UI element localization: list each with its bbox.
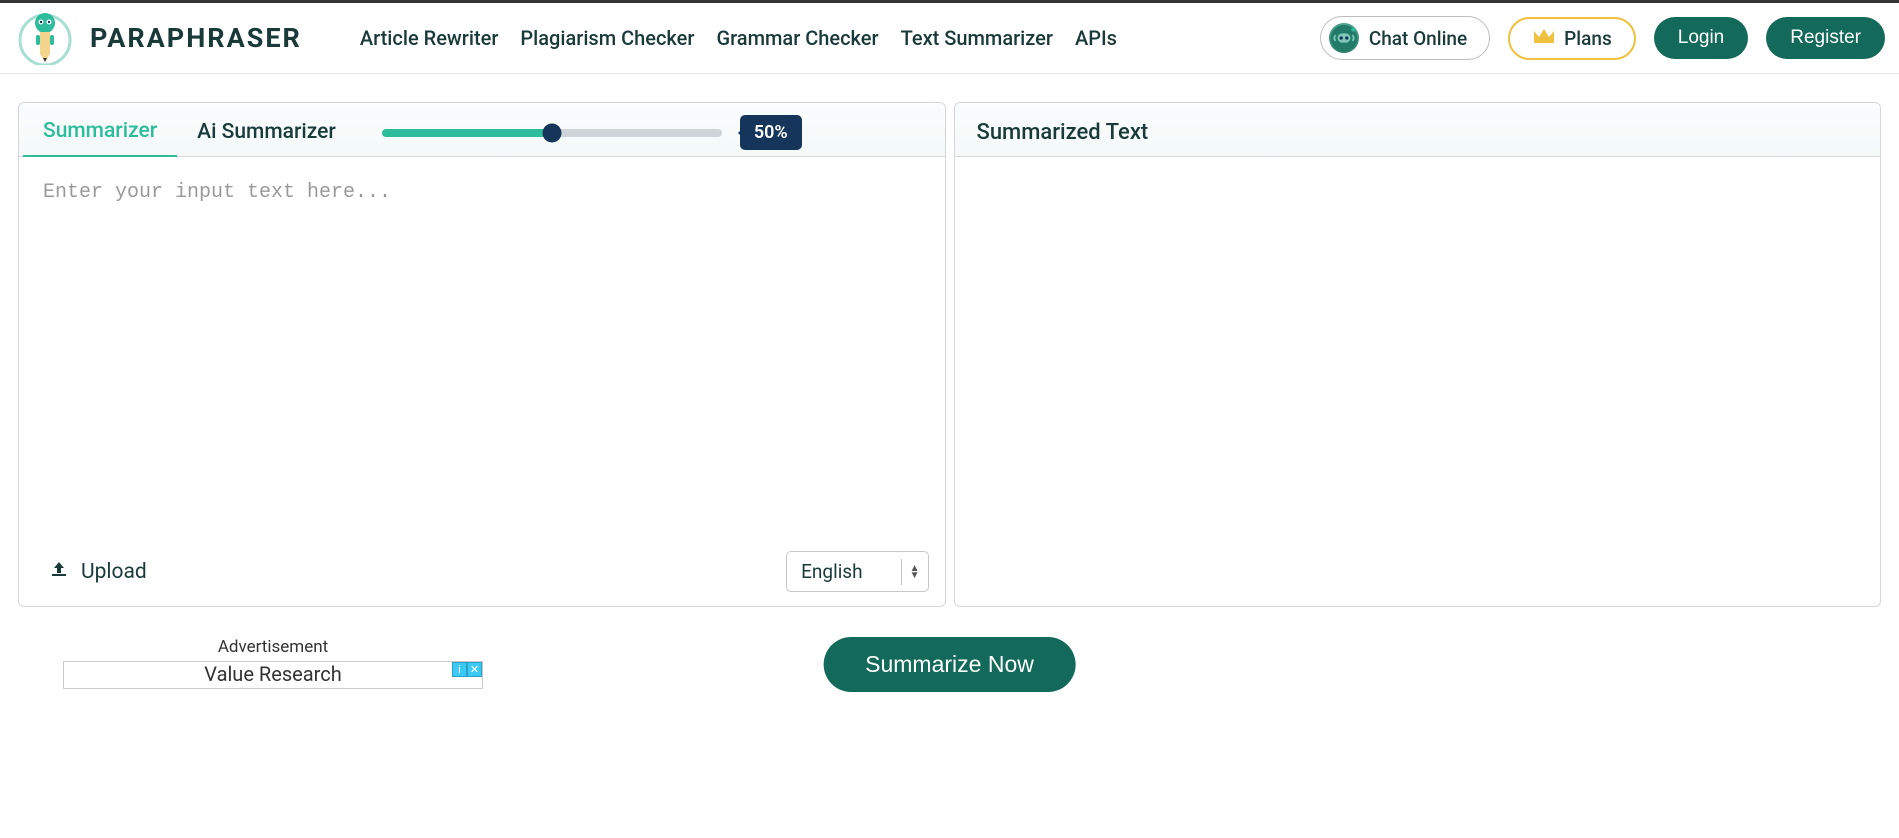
select-arrows-icon: ▲▼ (901, 559, 928, 585)
output-body (955, 157, 1881, 591)
language-select[interactable]: English ▲▼ (786, 551, 928, 592)
brand-title: PARAPHRASER (90, 22, 302, 54)
advertisement-column: Advertisement Value Research i ✕ (63, 637, 483, 689)
input-panel: Summarizer Ai Summarizer 50% Upload (18, 102, 946, 607)
login-button[interactable]: Login (1654, 17, 1749, 59)
paraphraser-logo-icon (14, 11, 76, 65)
output-panel-head: Summarized Text (955, 103, 1881, 157)
summary-length-slider[interactable] (382, 129, 722, 137)
ad-close-icon[interactable]: ✕ (467, 662, 482, 677)
logo-area[interactable]: PARAPHRASER (14, 11, 302, 65)
summary-length-slider-wrap: 50% (382, 115, 941, 150)
tab-ai-summarizer[interactable]: Ai Summarizer (177, 109, 356, 156)
tab-summarizer[interactable]: Summarizer (23, 108, 177, 158)
upload-icon (49, 559, 69, 585)
bottom-row: Advertisement Value Research i ✕ Summari… (18, 637, 1881, 697)
nav-grammar-checker[interactable]: Grammar Checker (716, 26, 878, 50)
main-content: Summarizer Ai Summarizer 50% Upload (0, 74, 1899, 725)
ad-info-icon[interactable]: i (452, 662, 467, 677)
plans-button[interactable]: Plans (1508, 17, 1636, 60)
main-nav: Article Rewriter Plagiarism Checker Gram… (360, 26, 1117, 50)
advertisement-label: Advertisement (63, 637, 483, 657)
register-button[interactable]: Register (1766, 17, 1885, 59)
output-panel: Summarized Text (954, 102, 1882, 607)
chat-online-button[interactable]: Chat Online (1320, 16, 1490, 60)
chat-label: Chat Online (1369, 27, 1467, 50)
advertisement-text: Value Research (204, 662, 341, 686)
nav-text-summarizer[interactable]: Text Summarizer (901, 26, 1053, 50)
nav-article-rewriter[interactable]: Article Rewriter (360, 26, 499, 50)
advertisement-box[interactable]: Value Research i ✕ (63, 661, 483, 689)
output-title: Summarized Text (959, 120, 1149, 145)
upload-button[interactable]: Upload (49, 559, 147, 585)
input-textarea[interactable] (19, 157, 945, 537)
input-panel-head: Summarizer Ai Summarizer 50% (19, 103, 945, 157)
summarize-now-button[interactable]: Summarize Now (823, 637, 1076, 692)
panels-row: Summarizer Ai Summarizer 50% Upload (18, 102, 1881, 607)
chat-bot-icon (1329, 23, 1359, 53)
main-header: PARAPHRASER Article Rewriter Plagiarism … (0, 3, 1899, 74)
slider-percent-badge: 50% (740, 115, 802, 150)
slider-thumb[interactable] (542, 123, 561, 142)
language-selected: English (787, 552, 900, 591)
nav-plagiarism-checker[interactable]: Plagiarism Checker (520, 26, 694, 50)
crown-icon (1532, 27, 1556, 50)
input-panel-footer: Upload English ▲▼ (19, 541, 945, 606)
ad-markers: i ✕ (452, 662, 482, 677)
plans-label: Plans (1564, 27, 1612, 50)
nav-apis[interactable]: APIs (1075, 26, 1117, 50)
upload-label: Upload (81, 560, 147, 584)
